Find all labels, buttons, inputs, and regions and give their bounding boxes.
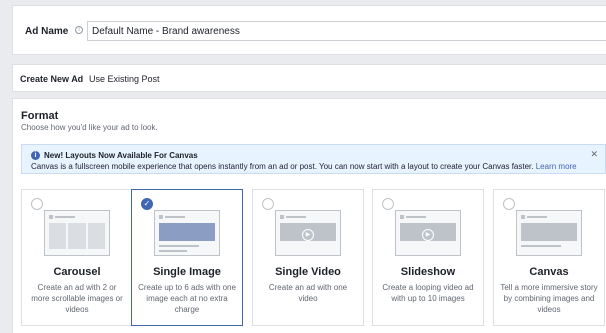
- single-video-illustration-icon: ▶: [275, 210, 341, 256]
- format-card-canvas[interactable]: Canvas Tell a more immersive story by co…: [493, 189, 605, 326]
- format-subtitle: Choose how you'd like your ad to look.: [21, 123, 158, 132]
- canvas-illustration-icon: [516, 210, 582, 256]
- info-icon[interactable]: i: [75, 26, 83, 34]
- slideshow-illustration-icon: ▶: [395, 210, 461, 256]
- learn-more-link[interactable]: Learn more: [536, 162, 577, 171]
- carousel-illustration-icon: [44, 210, 110, 256]
- format-card-title: Canvas: [529, 266, 569, 278]
- banner-body-text: Canvas is a fullscreen mobile experience…: [31, 162, 536, 171]
- tab-create-new-ad[interactable]: Create New Ad: [20, 74, 83, 84]
- close-icon[interactable]: ✕: [590, 149, 598, 160]
- format-card-title: Slideshow: [400, 266, 456, 278]
- format-radio-canvas[interactable]: [503, 198, 515, 210]
- format-title: Format: [21, 110, 59, 122]
- format-card-description: Tell a more immersive story by combining…: [500, 283, 598, 314]
- format-radio-carousel[interactable]: [31, 198, 43, 210]
- canvas-layouts-banner: i New! Layouts Now Available For Canvas …: [21, 144, 606, 174]
- play-icon: ▶: [302, 229, 314, 241]
- format-card-slideshow[interactable]: ▶ Slideshow Create a looping video ad wi…: [372, 189, 484, 326]
- banner-title: New! Layouts Now Available For Canvas: [44, 151, 198, 160]
- ad-name-label: Ad Name: [25, 26, 69, 37]
- format-card-description: Create an ad with one video: [268, 283, 348, 303]
- info-icon: i: [31, 151, 40, 160]
- format-card-title: Single Video: [275, 266, 341, 278]
- format-card-title: Carousel: [53, 266, 101, 278]
- checkmark-icon[interactable]: ✓: [141, 198, 153, 210]
- ad-name-panel: Ad Name i: [12, 5, 606, 55]
- format-radio-single-video[interactable]: [262, 198, 274, 210]
- format-card-title: Single Image: [153, 266, 221, 278]
- format-panel: Format Choose how you'd like your ad to …: [12, 98, 606, 333]
- ad-source-tabs: Create New Ad Use Existing Post: [12, 64, 606, 92]
- ad-name-input[interactable]: [87, 21, 606, 41]
- format-card-description: Create up to 6 ads with one image each a…: [138, 283, 236, 314]
- banner-body: Canvas is a fullscreen mobile experience…: [31, 162, 577, 171]
- format-card-carousel[interactable]: Carousel Create an ad with 2 or more scr…: [21, 189, 133, 326]
- format-card-description: Create an ad with 2 or more scrollable i…: [31, 283, 123, 314]
- single-image-illustration-icon: [154, 210, 220, 256]
- format-card-description: Create a looping video ad with up to 10 …: [382, 283, 474, 303]
- format-radio-slideshow[interactable]: [382, 198, 394, 210]
- format-card-single-video[interactable]: ▶ Single Video Create an ad with one vid…: [252, 189, 364, 326]
- tab-use-existing-post[interactable]: Use Existing Post: [89, 74, 160, 84]
- play-icon: ▶: [422, 229, 434, 241]
- format-card-single-image[interactable]: ✓ Single Image Create up to 6 ads with o…: [131, 189, 243, 326]
